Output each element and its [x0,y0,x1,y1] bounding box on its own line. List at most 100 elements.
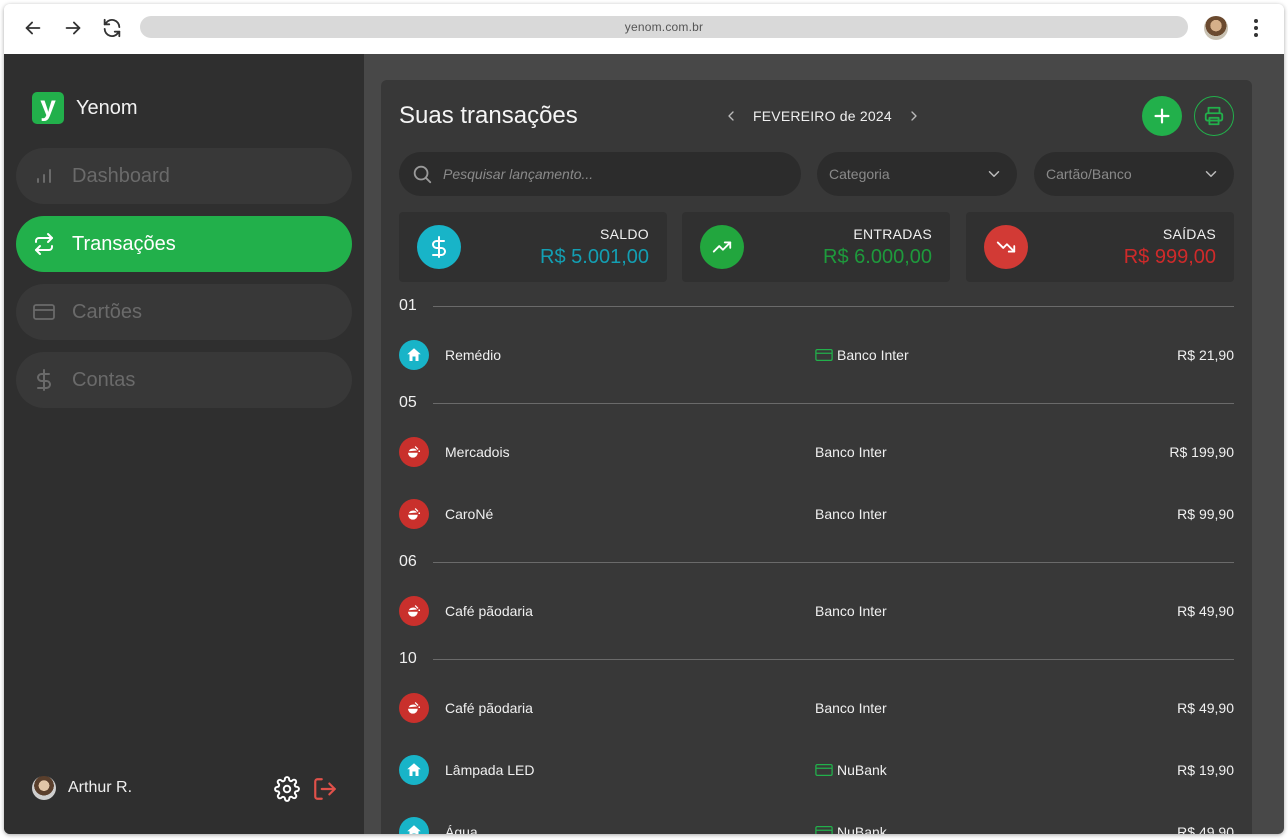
browser-toolbar: yenom.com.br [4,4,1284,54]
transaction-bank-label: NuBank [837,824,887,834]
credit-card-icon [32,300,56,324]
expense-card: SAÍDAS R$ 999,00 [966,212,1234,282]
food-icon [399,437,429,467]
day-label: 05 [399,394,417,411]
category-select[interactable]: Categoria [817,152,1017,196]
transaction-row[interactable]: Café pãodaria Banco Inter R$ 49,90 [399,594,1234,628]
add-transaction-button[interactable] [1142,96,1182,136]
house-icon [399,755,429,785]
credit-card-icon [815,763,833,777]
transaction-bank: Banco Inter [815,347,909,363]
search-box[interactable] [399,152,801,196]
chevron-right-icon[interactable] [904,106,924,126]
transaction-bank-label: Banco Inter [815,506,887,522]
sidebar-item-transacoes[interactable]: Transações [16,216,352,272]
transaction-row[interactable]: Mercadois Banco Inter R$ 199,90 [399,435,1234,469]
transaction-bank-label: Banco Inter [815,700,887,716]
day-divider: 06 [399,552,1234,572]
transaction-row[interactable]: Café pãodaria Banco Inter R$ 49,90 [399,691,1234,725]
transaction-bank: Banco Inter [815,603,887,619]
day-label: 10 [399,650,417,667]
transaction-description: Mercadois [445,444,510,460]
transactions-panel: Suas transações FEVEREIRO de 2024 Pesqui… [381,80,1252,834]
brand-logo-icon: y [32,92,64,124]
day-divider: 10 [399,649,1234,669]
search-input[interactable] [443,166,783,182]
url-bar[interactable]: yenom.com.br [140,16,1188,38]
balance-label: SALDO [600,226,649,242]
bank-select[interactable]: Cartão/Banco [1034,152,1234,196]
transaction-bank-label: Banco Inter [815,603,887,619]
brand[interactable]: y Yenom [32,92,138,124]
sidebar: y Yenom Dashboard Transações Cartões Con… [4,54,364,834]
transaction-amount: R$ 21,90 [1177,347,1234,363]
trending-up-icon [700,225,744,269]
income-value: R$ 6.000,00 [823,246,932,268]
divider [433,305,1234,307]
food-icon [399,499,429,529]
transaction-bank-label: Banco Inter [815,444,887,460]
divider [433,658,1234,660]
chevron-left-icon[interactable] [721,106,741,126]
trending-down-icon [984,225,1028,269]
balance-card: SALDO R$ 5.001,00 [399,212,667,282]
day-divider: 01 [399,296,1234,316]
brand-name: Yenom [76,96,138,119]
day-label: 06 [399,553,417,570]
user-name: Arthur R. [68,779,133,796]
transaction-row[interactable]: Remédio Banco Inter R$ 21,90 [399,338,1234,372]
month-label: FEVEREIRO de 2024 [753,108,892,124]
browser-window: yenom.com.br y Yenom Dashboard Transaçõe… [4,4,1284,834]
browser-profile-avatar[interactable] [1204,16,1228,40]
transaction-bank: NuBank [815,762,887,778]
logout-icon[interactable] [312,776,338,802]
page-title: Suas transações [399,102,578,129]
food-icon [399,596,429,626]
back-arrow-icon[interactable] [20,15,46,41]
app-root: y Yenom Dashboard Transações Cartões Con… [4,54,1284,834]
category-select-value: Categoria [829,166,890,182]
expense-value: R$ 999,00 [1123,246,1216,268]
transaction-bank-label: Banco Inter [837,347,909,363]
avatar [32,776,56,800]
arrows-swap-icon [32,232,56,256]
print-button[interactable] [1194,96,1234,136]
more-menu-icon[interactable] [1246,17,1266,39]
expense-label: SAÍDAS [1162,226,1216,242]
income-card: ENTRADAS R$ 6.000,00 [682,212,950,282]
sidebar-item-cartoes[interactable]: Cartões [16,284,352,340]
day-label: 01 [399,297,417,314]
transaction-amount: R$ 99,90 [1177,506,1234,522]
divider [433,402,1234,404]
transaction-description: CaroNé [445,506,494,522]
sidebar-item-contas[interactable]: Contas [16,352,352,408]
dollar-icon [32,368,56,392]
transaction-row[interactable]: Lâmpada LED NuBank R$ 19,90 [399,753,1234,787]
transaction-description: Remédio [445,347,502,363]
transaction-amount: R$ 49,90 [1177,603,1234,619]
user-profile[interactable]: Arthur R. [32,776,132,800]
transaction-bank-label: NuBank [837,762,887,778]
balance-value: R$ 5.001,00 [540,246,649,268]
transaction-bank: Banco Inter [815,700,887,716]
forward-arrow-icon[interactable] [60,15,86,41]
house-icon [399,817,429,834]
income-label: ENTRADAS [853,226,932,242]
divider [433,561,1234,563]
sidebar-item-dashboard[interactable]: Dashboard [16,148,352,204]
chevron-down-icon [1205,171,1217,177]
chevron-down-icon [988,171,1000,177]
gear-icon[interactable] [274,776,300,802]
reload-icon[interactable] [99,15,125,41]
food-icon [399,693,429,723]
transaction-description: Lâmpada LED [445,762,535,778]
month-selector: FEVEREIRO de 2024 [721,106,924,126]
day-divider: 05 [399,393,1234,413]
dollar-icon [417,225,461,269]
printer-icon [1204,106,1224,126]
transaction-bank: NuBank [815,824,887,834]
transaction-bank: Banco Inter [815,506,887,522]
plus-icon [1154,108,1170,124]
transaction-row[interactable]: Água NuBank R$ 49,90 [399,815,1234,834]
transaction-row[interactable]: CaroNé Banco Inter R$ 99,90 [399,497,1234,531]
